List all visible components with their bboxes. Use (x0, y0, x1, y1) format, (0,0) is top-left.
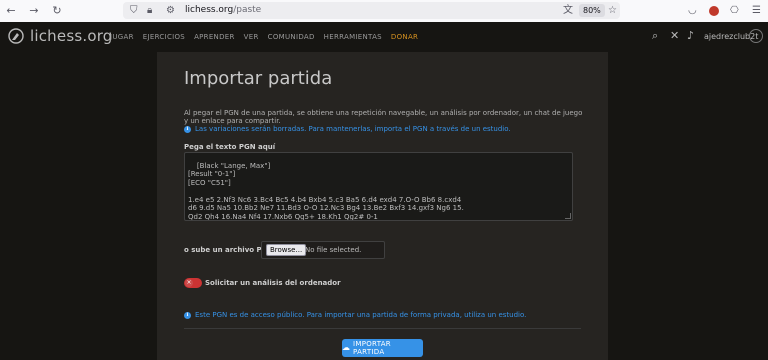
nav-puzzles[interactable]: EJERCICIOS (143, 33, 185, 41)
url-text[interactable]: lichess.org/paste (185, 3, 261, 18)
nav-community[interactable]: COMUNIDAD (268, 33, 315, 41)
address-bar[interactable]: ⛉ 🔒︎ ⚙ lichess.org/paste 文 80% ☆ (123, 2, 620, 19)
browser-toolbar: ← → ↻ ⛉ 🔒︎ ⚙ lichess.org/paste 文 80% ☆ ◡… (0, 0, 768, 23)
search-icon[interactable]: ⌕ (652, 30, 658, 42)
file-upload-label: o sube un archivo PGN (184, 246, 274, 254)
extension-icon[interactable] (709, 6, 719, 16)
main-nav: JUGAR EJERCICIOS APRENDER VER COMUNIDAD … (110, 33, 418, 41)
pgn-text[interactable]: [Black "Lange, Max"] [Result "0-1"] [ECO… (188, 162, 464, 221)
public-note: i Este PGN es de acceso público. Para im… (184, 311, 526, 319)
pocket-icon[interactable]: ◡ (688, 4, 697, 18)
pgn-label: Pega el texto PGN aquí (184, 143, 276, 151)
reload-icon[interactable]: ↻ (50, 3, 64, 19)
nav-watch[interactable]: VER (244, 33, 259, 41)
pgn-textarea[interactable]: [Black "Lange, Max"] [Result "0-1"] [ECO… (184, 152, 573, 221)
analysis-toggle[interactable]: × (184, 278, 202, 288)
bookmark-star-icon[interactable]: ☆ (608, 3, 617, 18)
challenge-icon[interactable]: ✕ (670, 30, 679, 42)
info-icon: i (184, 311, 191, 319)
toggle-off-icon: × (185, 279, 193, 287)
forward-arrow-icon[interactable]: → (27, 3, 41, 19)
permissions-icon[interactable]: ⚙ (166, 3, 175, 18)
file-status: No file selected. (305, 246, 362, 254)
cloud-upload-icon: ☁ (342, 343, 350, 352)
browse-button[interactable]: Browse... (266, 244, 307, 256)
notification-bell-icon[interactable]: ♪ (687, 30, 694, 42)
nav-learn[interactable]: APRENDER (194, 33, 235, 41)
menu-icon[interactable]: ☰ (752, 4, 761, 18)
divider (184, 328, 581, 329)
public-note-text[interactable]: Este PGN es de acceso público. Para impo… (195, 311, 526, 319)
resize-grip-icon[interactable] (565, 213, 571, 219)
site-header: lichess.org JUGAR EJERCICIOS APRENDER VE… (0, 22, 768, 52)
nav-play[interactable]: JUGAR (110, 33, 134, 41)
variations-note: i Las variaciones serán borradas. Para m… (184, 125, 511, 133)
import-game-button[interactable]: ☁ IMPORTAR PARTIDA (342, 339, 423, 357)
import-panel: Importar partida Al pegar el PGN de una … (157, 52, 608, 360)
page-title: Importar partida (184, 68, 333, 89)
variations-note-text[interactable]: Las variaciones serán borradas. Para man… (195, 125, 511, 133)
shield-icon[interactable]: ⛉ (130, 3, 138, 18)
analysis-toggle-label[interactable]: Solicitar un análisis del ordenador (205, 279, 341, 287)
intro-text: Al pegar el PGN de una partida, se obtie… (184, 109, 583, 125)
info-icon: i (184, 125, 191, 133)
nav-donate[interactable]: DONAR (391, 33, 418, 41)
site-logo-text[interactable]: lichess.org (30, 27, 113, 45)
nav-tools[interactable]: HERRAMIENTAS (324, 33, 382, 41)
translate-icon[interactable]: 文 (563, 3, 573, 18)
file-input[interactable]: Browse... No file selected. (261, 241, 385, 259)
user-status-icon[interactable] (749, 29, 763, 43)
import-button-label: IMPORTAR PARTIDA (353, 340, 391, 356)
lock-icon[interactable]: 🔒︎ (147, 3, 152, 18)
back-arrow-icon[interactable]: ← (4, 3, 18, 19)
lichess-logo-icon[interactable] (8, 28, 24, 44)
zoom-level[interactable]: 80% (579, 4, 605, 17)
extensions-puzzle-icon[interactable]: ⎔ (730, 4, 739, 18)
